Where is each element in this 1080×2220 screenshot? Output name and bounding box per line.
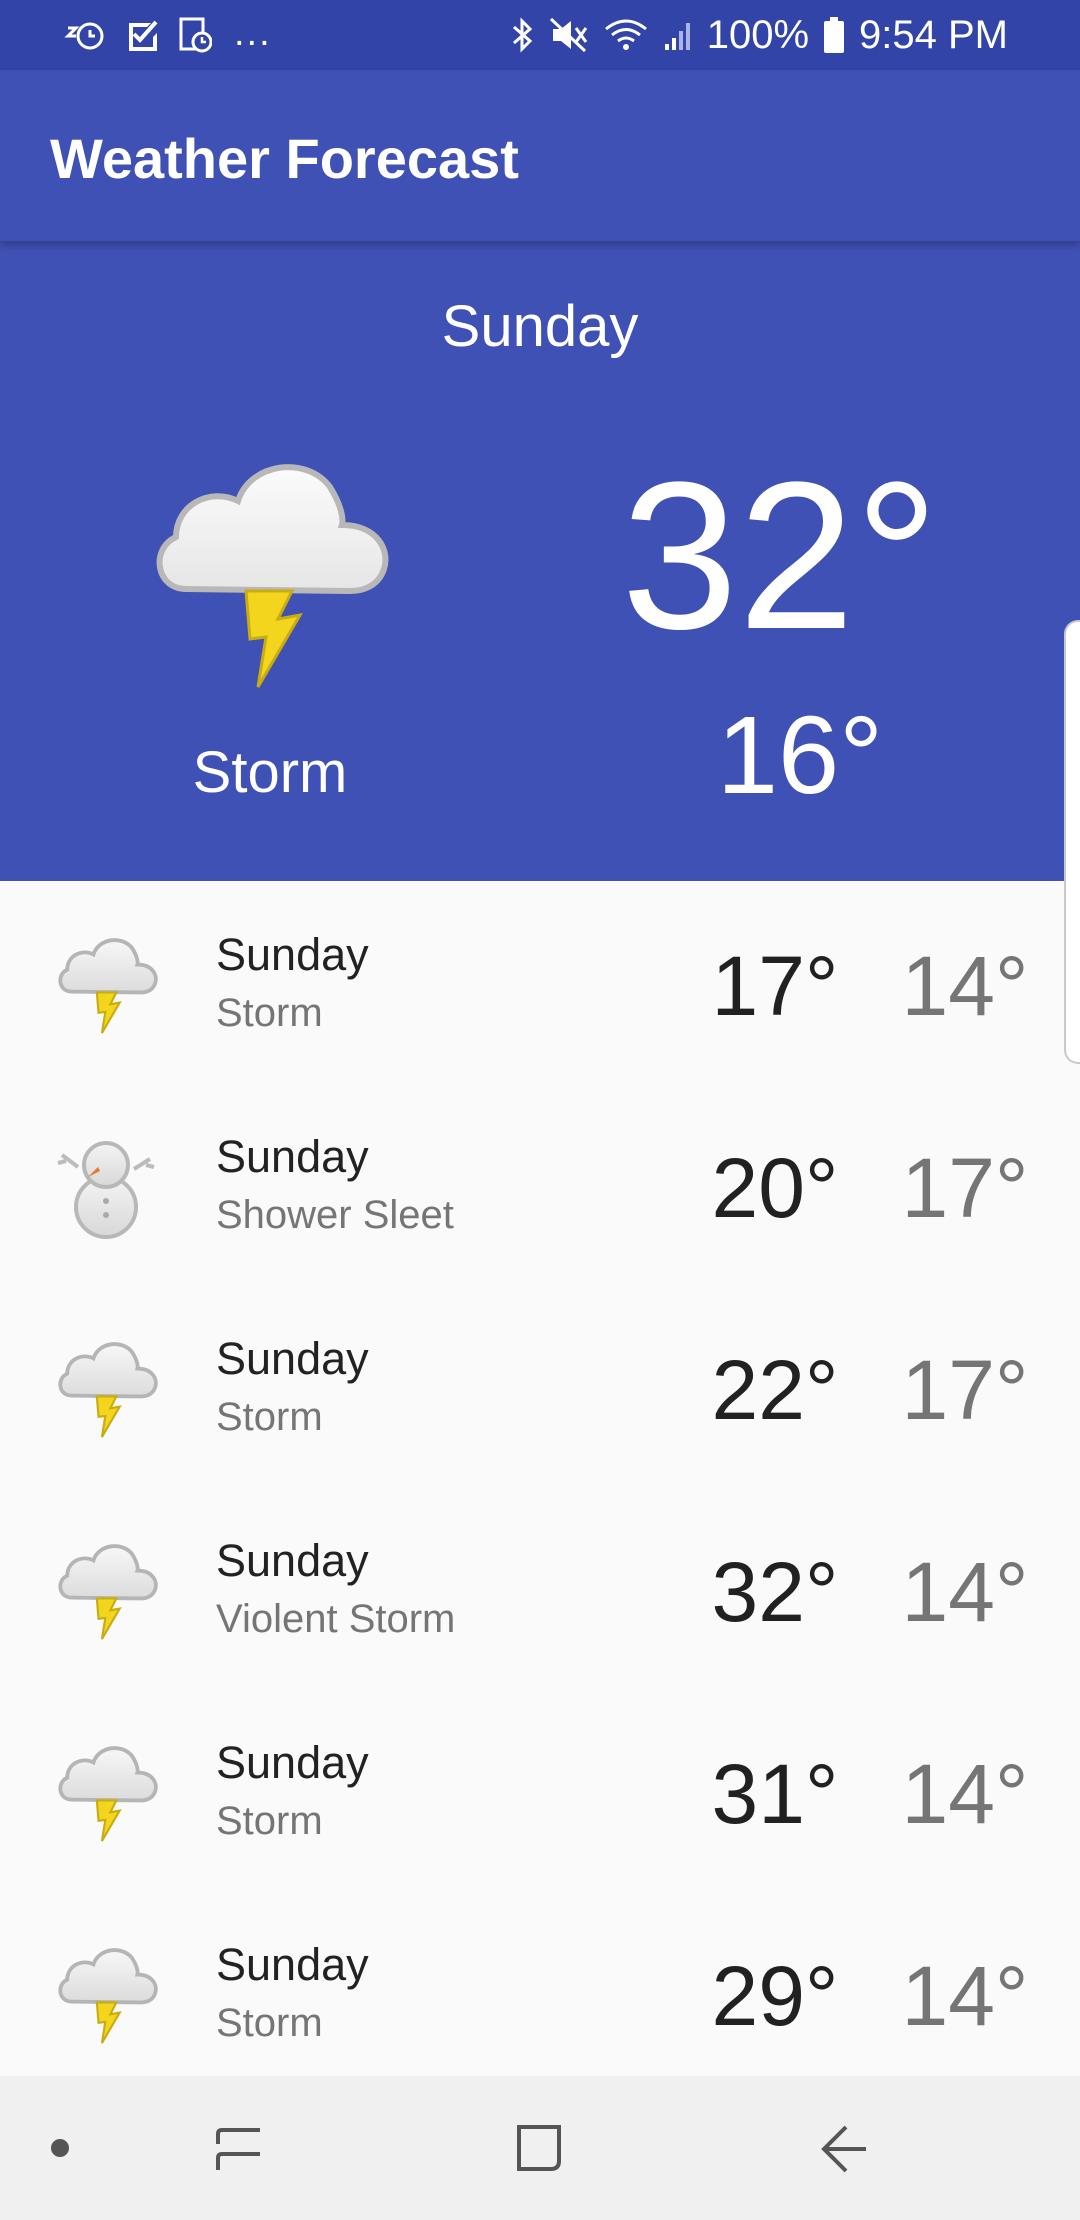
back-icon[interactable] [805,2076,885,2220]
forecast-high-temp: 17° [711,939,839,1033]
app-bar: Weather Forecast [0,70,1080,241]
forecast-low-temp: 17° [901,1141,1029,1235]
status-left: ... [64,0,272,70]
current-low-temp: 16° [716,694,884,817]
current-high-temp: 32° [621,438,939,673]
signal-icon [663,18,693,52]
forecast-row[interactable]: Sunday Storm 29° 14° [0,1891,1080,2093]
status-overflow: ... [234,12,272,54]
storm-icon [54,1737,160,1847]
forecast-condition: Violent Storm [216,1597,456,1641]
forecast-day: Sunday [216,1737,369,1788]
forecast-high-temp: 22° [711,1343,839,1437]
forecast-low-temp: 14° [901,939,1029,1033]
forecast-day: Sunday [216,929,369,980]
storm-icon [146,441,394,701]
app-title: Weather Forecast [50,127,519,190]
forecast-row[interactable]: Sunday Storm 31° 14° [0,1689,1080,1891]
forecast-day: Sunday [216,1939,369,1990]
battery-percent: 100% [706,13,810,57]
snowman-icon [54,1131,160,1241]
forecast-row[interactable]: Sunday Storm 17° 14° [0,881,1080,1083]
forecast-row[interactable]: Sunday Storm 22° 17° [0,1285,1080,1487]
status-time: 9:54 PM [859,13,1008,57]
forecast-low-temp: 14° [901,1545,1029,1639]
current-day: Sunday [441,294,639,359]
forecast-row[interactable]: Sunday Shower Sleet 20° 17° [0,1083,1080,1285]
home-icon[interactable] [500,2076,580,2220]
screen: ... 100% 9:54 PM Weather Forecast Sunday… [0,0,1080,2220]
forecast-row[interactable]: Sunday Violent Storm 32° 14° [0,1487,1080,1689]
storm-icon [54,929,160,1039]
edge-panel-handle[interactable] [1064,620,1080,1064]
forecast-high-temp: 20° [711,1141,839,1235]
wifi-icon [603,17,649,53]
forecast-low-temp: 14° [901,1949,1029,2043]
battery-icon [823,16,845,54]
forecast-high-temp: 29° [711,1949,839,2043]
forecast-list: Sunday Storm 17° 14° Sunday Shower Sleet… [0,881,1080,2093]
forecast-low-temp: 17° [901,1343,1029,1437]
forecast-high-temp: 31° [711,1747,839,1841]
navigation-bar [0,2076,1080,2220]
status-right: 100% 9:54 PM [511,0,1008,70]
forecast-day: Sunday [216,1131,369,1182]
status-bar: ... 100% 9:54 PM [0,0,1080,70]
current-weather-card[interactable]: Sunday Storm 32° 16° [0,241,1080,881]
forecast-condition: Storm [216,2001,323,2045]
storm-icon [54,1333,160,1443]
storm-icon [54,1535,160,1645]
forecast-day: Sunday [216,1333,369,1384]
forecast-condition: Shower Sleet [216,1193,454,1237]
alarm-snooze-icon [64,18,108,52]
mute-icon [549,17,589,53]
checkbox-icon [126,18,160,52]
forecast-high-temp: 32° [711,1545,839,1639]
bluetooth-icon [511,17,535,53]
forecast-condition: Storm [216,991,323,1035]
forecast-condition: Storm [216,1395,323,1439]
storm-icon [54,1939,160,2049]
forecast-day: Sunday [216,1535,369,1586]
forecast-condition: Storm [216,1799,323,1843]
recents-icon[interactable] [200,2076,280,2220]
forecast-low-temp: 14° [901,1747,1029,1841]
clock-file-icon [178,16,212,54]
dot-icon[interactable] [30,2076,90,2220]
current-condition: Storm [192,740,348,805]
